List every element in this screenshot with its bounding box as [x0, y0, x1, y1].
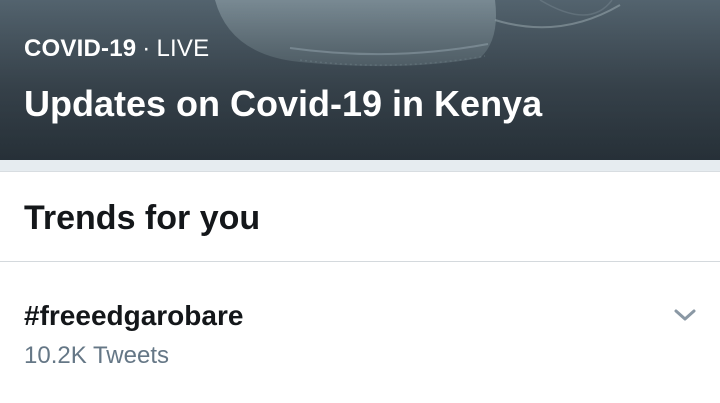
event-kicker: COVID-19 · LIVE	[24, 34, 209, 64]
trend-item[interactable]: #freeedgarobare 10.2K Tweets	[0, 263, 720, 403]
explore-page: COVID-19 · LIVE Updates on Covid-19 in Ken…	[0, 0, 720, 403]
trend-tweet-count: 10.2K Tweets	[24, 342, 169, 369]
trends-header: Trends for you	[0, 172, 720, 262]
event-status: LIVE	[156, 35, 210, 62]
trends-title: Trends for you	[24, 199, 261, 237]
event-title: Updates on Covid-19 in Kenya	[24, 83, 543, 124]
chevron-down-icon[interactable]	[668, 303, 702, 327]
featured-event-banner[interactable]: COVID-19 · LIVE Updates on Covid-19 in Ken…	[0, 0, 720, 160]
event-category: COVID-19	[24, 35, 137, 62]
banner-overlay	[0, 0, 720, 160]
section-divider	[0, 160, 720, 172]
trend-name: #freeedgarobare	[24, 300, 244, 331]
kicker-separator: ·	[142, 35, 151, 62]
